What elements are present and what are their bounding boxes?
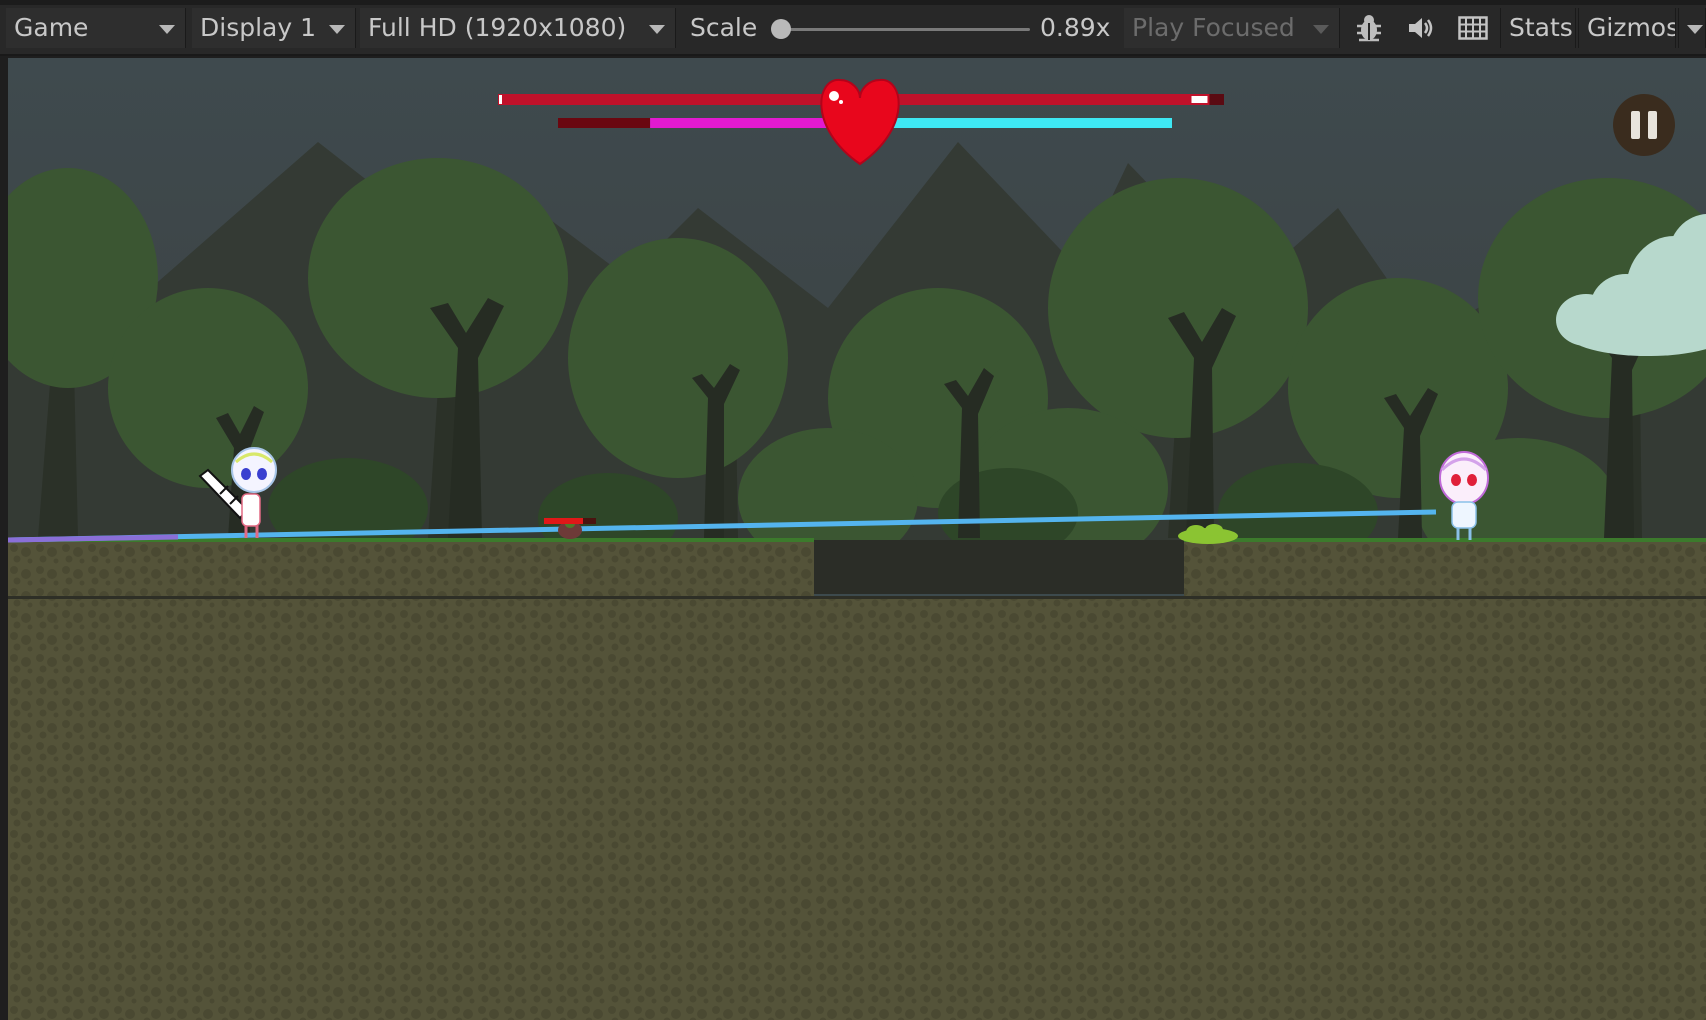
enemy-health-bar-fill	[544, 518, 583, 524]
chevron-down-icon	[1687, 25, 1703, 34]
speaker-icon	[1409, 18, 1433, 38]
pause-icon	[1631, 111, 1640, 139]
chevron-down-icon	[329, 25, 345, 34]
scale-slider-track[interactable]	[778, 28, 1030, 31]
game-viewport[interactable]	[8, 58, 1706, 1020]
scale-label: Scale	[682, 8, 772, 48]
grid-icon	[1458, 16, 1488, 40]
scale-value: 0.89x	[1032, 8, 1124, 48]
ground	[8, 538, 1706, 1020]
pause-button[interactable]	[1613, 94, 1675, 156]
resolution-dropdown[interactable]: Full HD (1920x1080)	[360, 8, 676, 48]
gizmos-dropdown-button[interactable]	[1678, 8, 1706, 48]
stats-button[interactable]: Stats	[1500, 8, 1576, 48]
bug-icon	[1357, 15, 1381, 42]
display-dropdown[interactable]: Display 1	[192, 8, 356, 48]
view-type-label: Game	[14, 13, 89, 42]
pause-icon-bar	[1648, 111, 1657, 139]
chevron-down-icon	[1313, 25, 1329, 34]
display-label: Display 1	[200, 13, 317, 42]
mute-audio-button[interactable]	[1396, 8, 1446, 48]
chevron-down-icon	[649, 25, 665, 34]
laser-beam-tail	[8, 534, 179, 543]
play-mode-label: Play Focused	[1132, 13, 1295, 42]
debug-toggle-button[interactable]	[1344, 8, 1394, 48]
scale-slider-thumb[interactable]	[771, 19, 791, 39]
gizmos-button[interactable]: Gizmos	[1578, 8, 1676, 48]
chevron-down-icon	[159, 25, 175, 34]
window-tab-strip	[0, 0, 1706, 5]
resolution-label: Full HD (1920x1080)	[368, 13, 627, 42]
game-view-toolbar: Game Display 1 Full HD (1920x1080) Scale…	[0, 0, 1706, 56]
play-mode-dropdown[interactable]: Play Focused	[1124, 8, 1340, 48]
keyboard-shortcut-button[interactable]	[1450, 8, 1496, 48]
view-type-dropdown[interactable]: Game	[6, 8, 186, 48]
